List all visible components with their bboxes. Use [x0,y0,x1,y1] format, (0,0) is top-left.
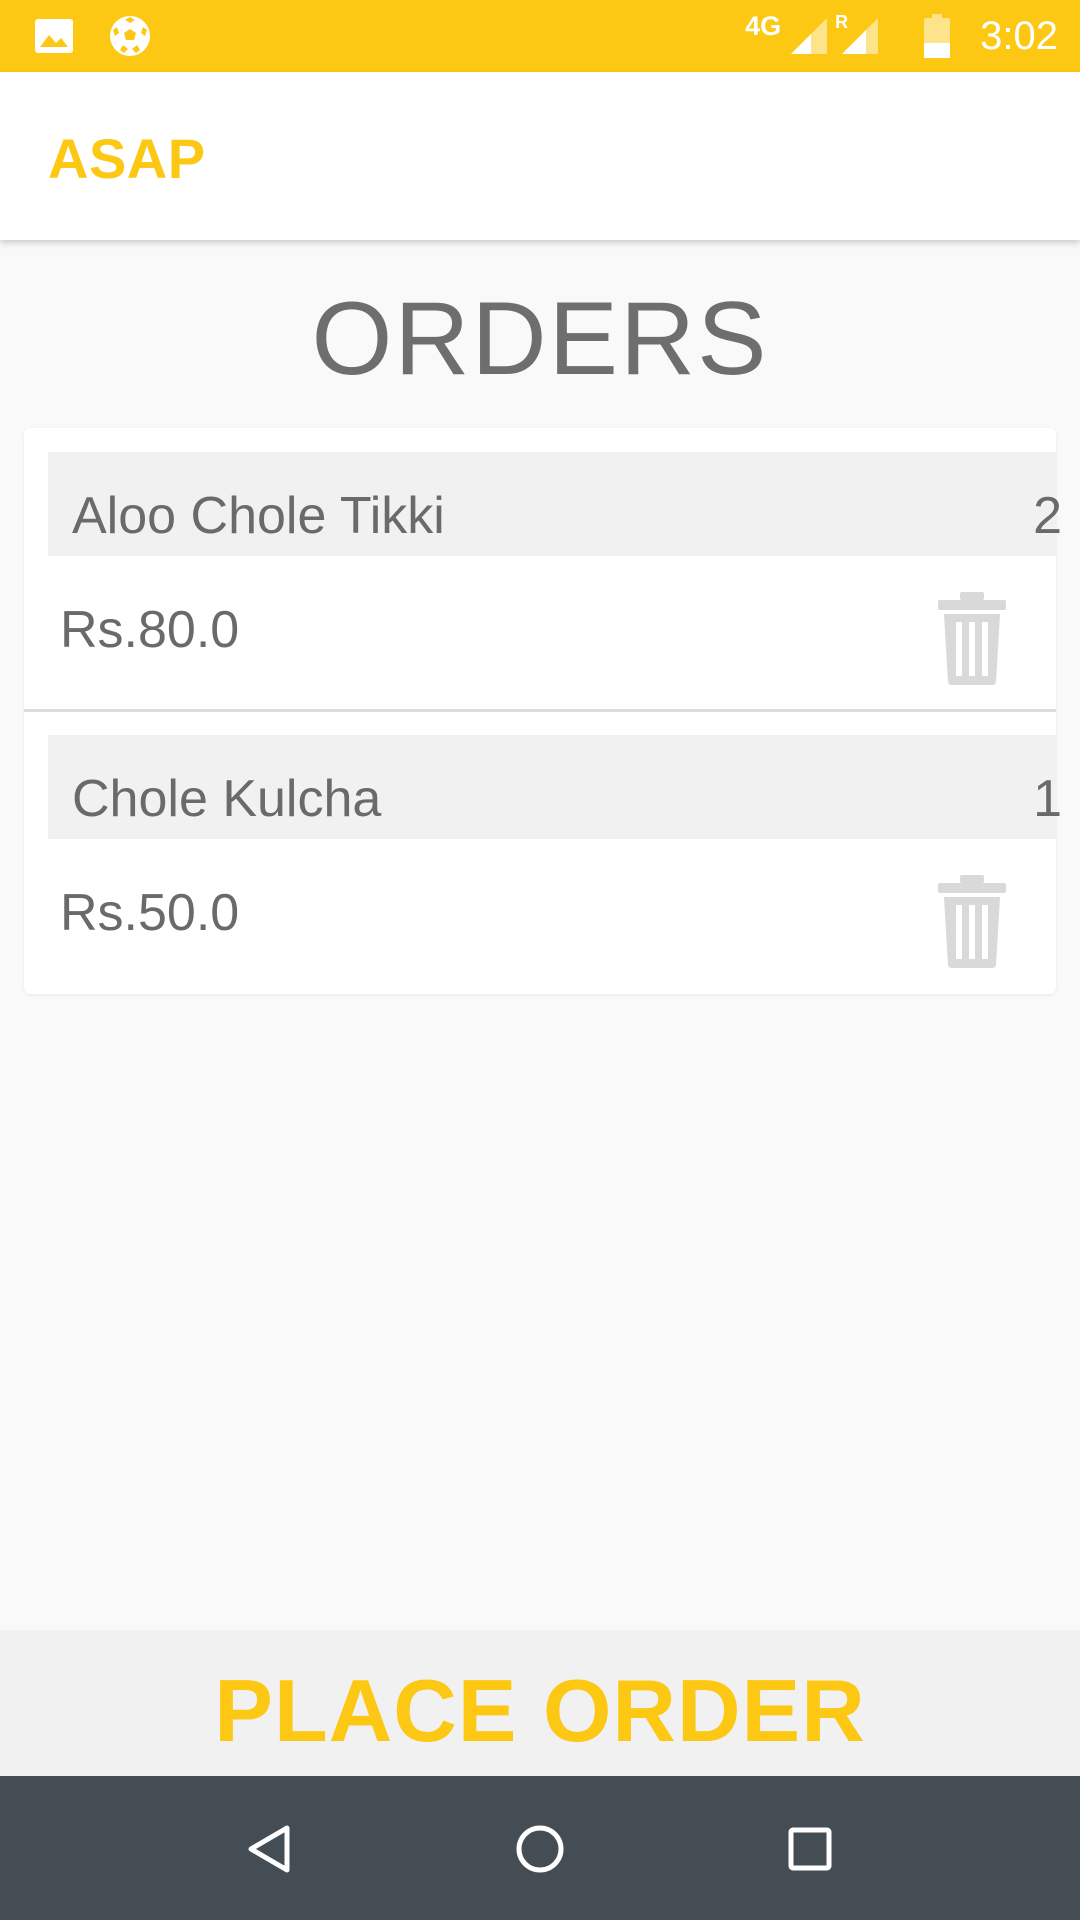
item-name: Chole Kulcha [72,770,382,828]
network-type-label: 4G [745,10,782,41]
item-name-bar: Aloo Chole Tikki 2 [48,452,1062,556]
roaming-label: R [835,11,849,32]
app-bar: ASAP [0,72,1080,240]
place-order-label: PLACE ORDER [214,1661,866,1760]
item-quantity: 1 [1033,770,1062,828]
recents-icon[interactable] [777,1816,843,1882]
navigation-bar [0,1776,1080,1920]
orders-list: Aloo Chole Tikki 2 Rs.80.0 Chole Kulcha … [24,428,1062,995]
soccer-ball-icon [110,16,150,56]
image-icon [35,19,73,53]
order-item[interactable]: Aloo Chole Tikki 2 Rs.80.0 [24,428,1062,712]
trash-icon [938,875,1006,968]
item-quantity: 2 [1033,487,1062,545]
battery-icon [924,14,951,58]
item-name: Aloo Chole Tikki [72,487,445,545]
clock: 3:02 [980,13,1058,58]
trash-icon [938,592,1006,685]
app-title: ASAP [48,127,206,190]
place-order-button[interactable]: PLACE ORDER [0,1630,1080,1776]
delete-item-button[interactable] [932,873,1012,969]
order-item[interactable]: Chole Kulcha 1 Rs.50.0 [24,711,1062,995]
page-title: ORDERS [311,281,769,397]
item-price: Rs.80.0 [60,601,240,659]
delete-item-button[interactable] [932,590,1012,686]
back-icon[interactable] [237,1816,303,1882]
status-bar: 4G R 3:02 [0,0,1080,72]
signal-icon [791,18,828,54]
item-name-bar: Chole Kulcha 1 [48,735,1062,839]
item-price: Rs.50.0 [60,884,240,942]
home-icon[interactable] [507,1816,573,1882]
